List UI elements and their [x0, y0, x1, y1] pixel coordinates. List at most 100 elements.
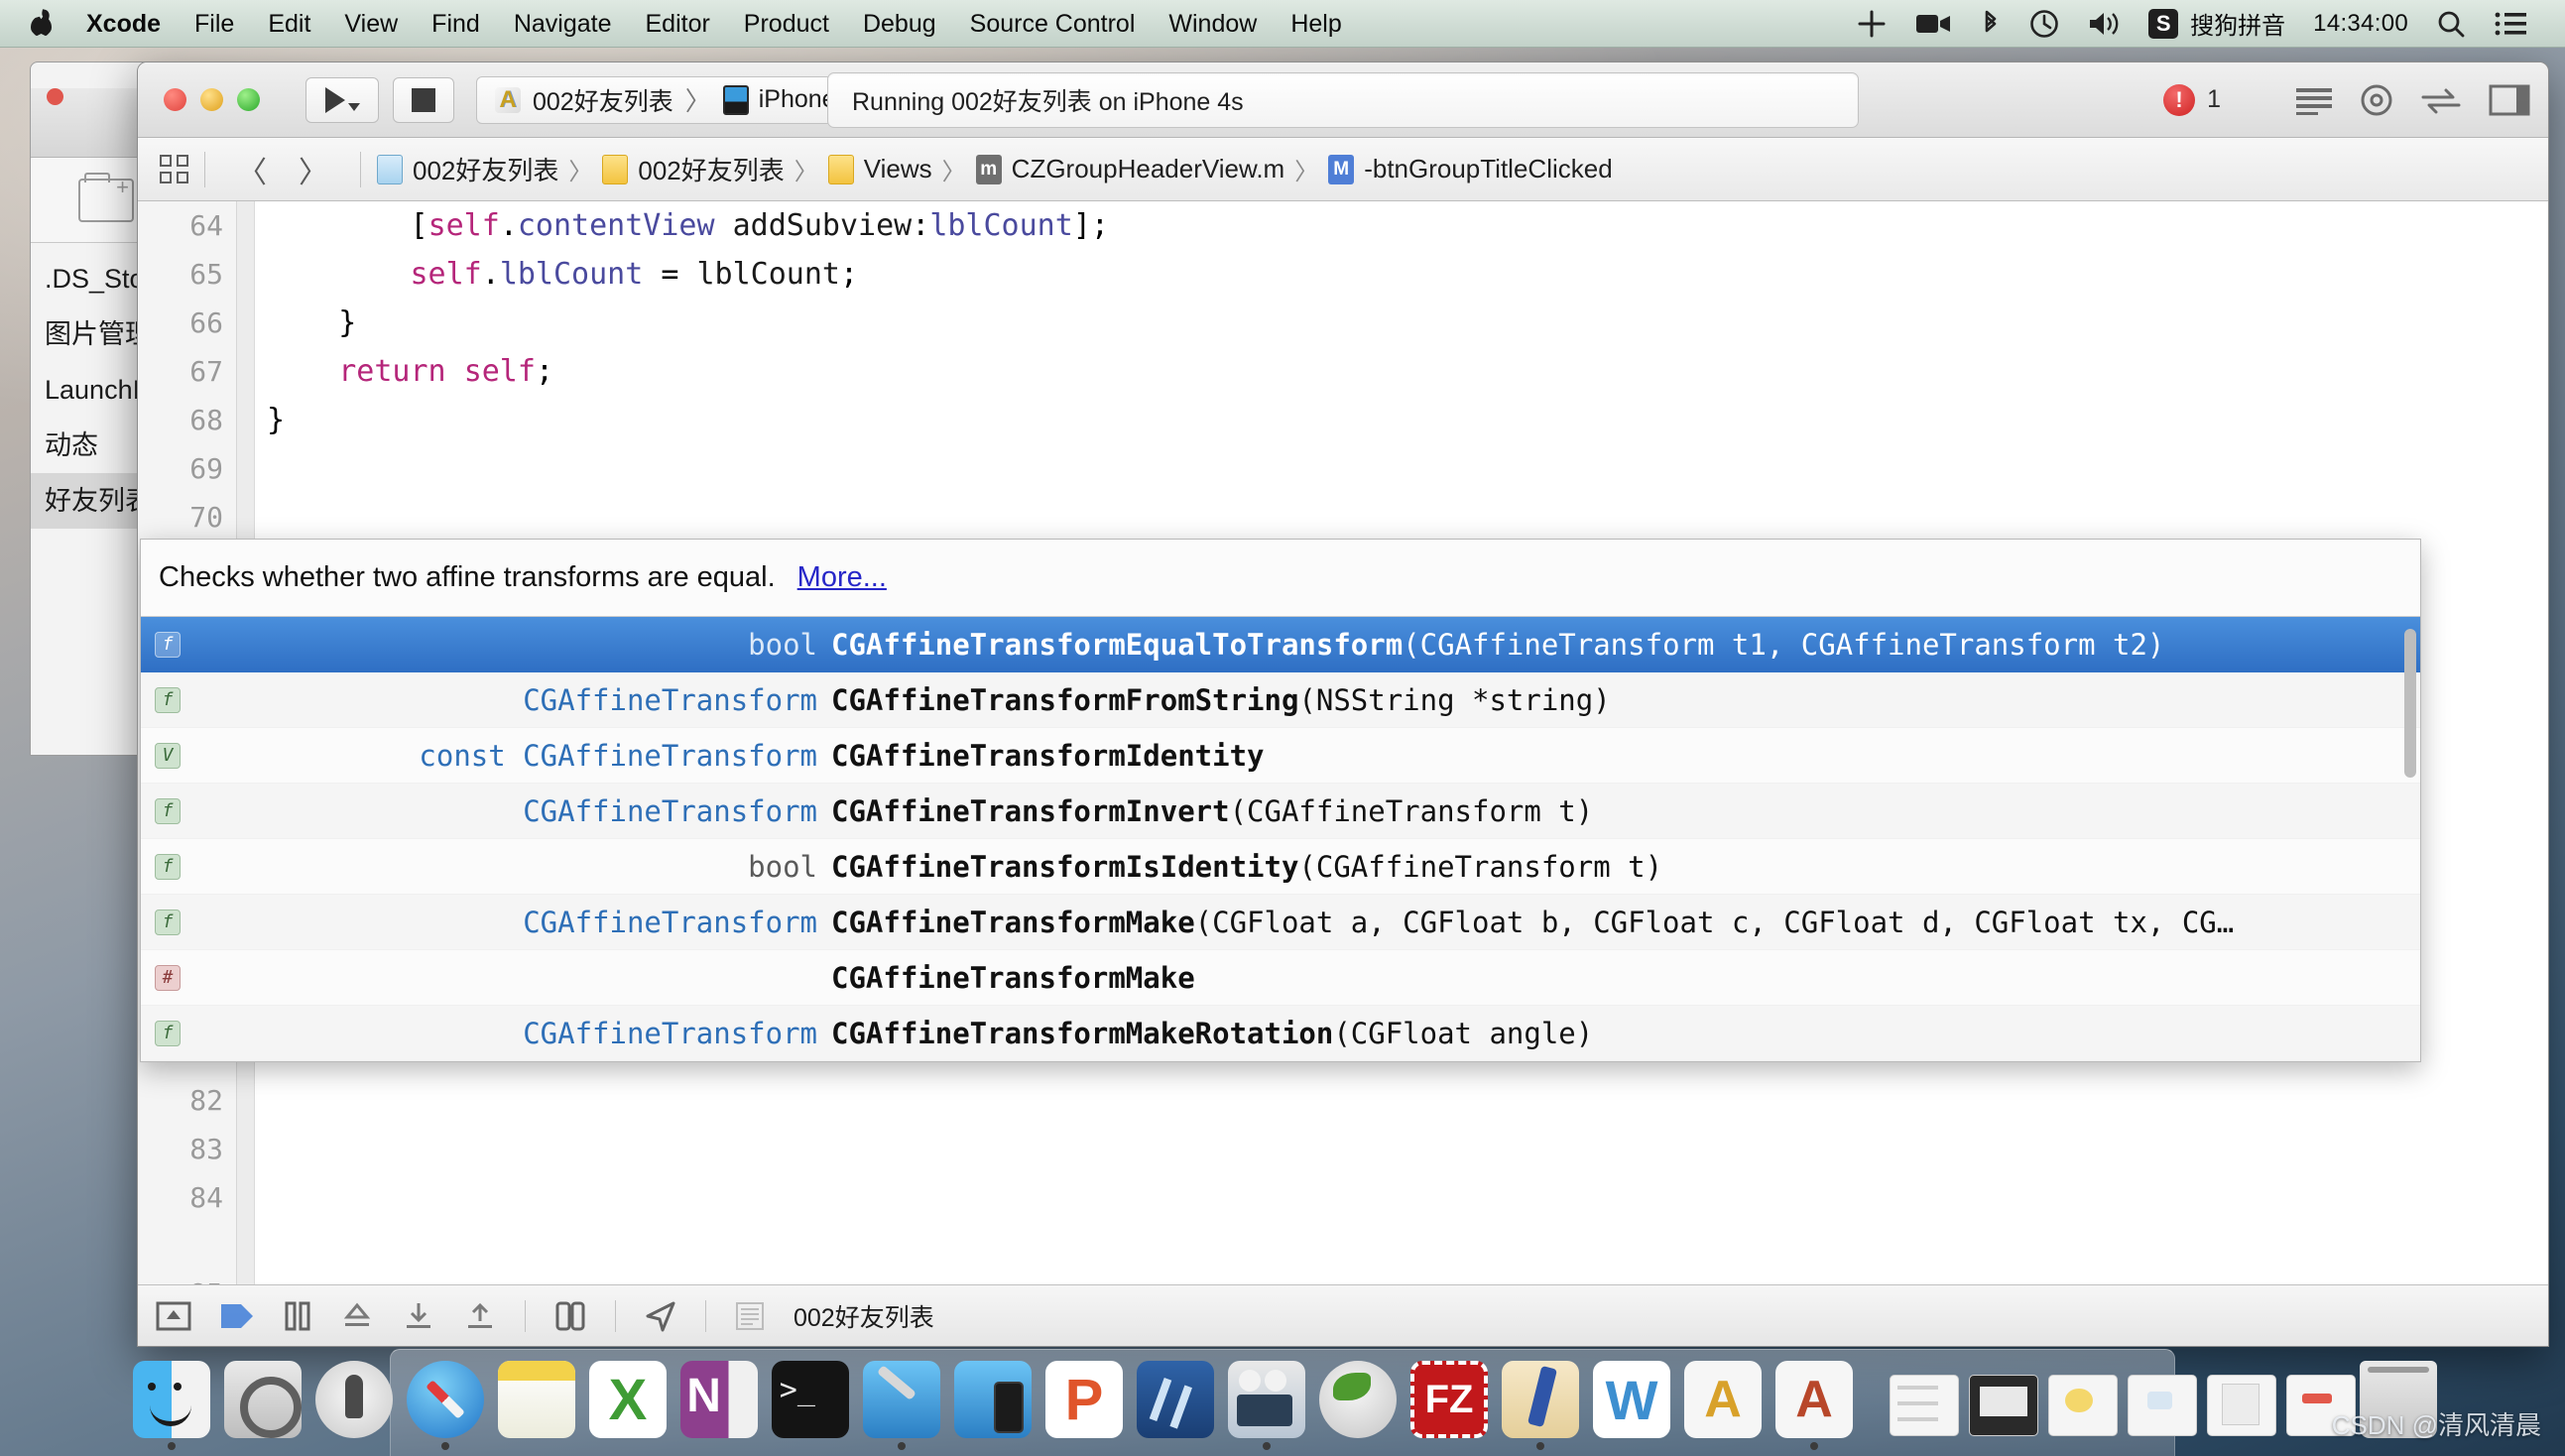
code-line-66: 66 }	[138, 299, 2548, 347]
input-method-indicator[interactable]: S 搜狗拼音	[2135, 6, 2299, 41]
xcode-window[interactable]: 002好友列表 〉 iPhone 4s Running 002好友列表 on i…	[137, 61, 2549, 1347]
completion-item[interactable]: f CGAffineTransform CGAffineTransformMake(…	[141, 895, 2420, 950]
scheme-selector[interactable]: 002好友列表 〉 iPhone 4s	[476, 75, 886, 124]
minimized-window-2[interactable]	[1969, 1375, 2038, 1436]
hide-debug-area-icon[interactable]	[156, 1301, 191, 1331]
code-text: }	[267, 403, 286, 437]
menu-item-debug[interactable]: Debug	[846, 0, 953, 48]
dock-item-mysql[interactable]	[1314, 1355, 1402, 1450]
dock-item-filezilla[interactable]	[1405, 1355, 1493, 1450]
dock-item-terminal[interactable]	[767, 1355, 854, 1450]
minimized-window-5[interactable]	[2207, 1375, 2276, 1436]
source-editor[interactable]: 64 [self.contentView addSubview:lblCount…	[138, 201, 2548, 1284]
close-button[interactable]	[164, 88, 186, 111]
dock-item-notes[interactable]	[493, 1355, 580, 1450]
dock-item-quicktime[interactable]	[1223, 1355, 1310, 1450]
breadcrumb-item-2[interactable]: 002好友列表	[602, 151, 785, 187]
breadcrumb-item-3[interactable]: Views	[827, 154, 932, 184]
completion-item[interactable]: f CGAffineTransform CGAffineTransformMakeR…	[141, 1006, 2420, 1061]
menu-item-editor[interactable]: Editor	[628, 0, 726, 48]
dock-item-snipaste[interactable]	[1132, 1355, 1219, 1450]
menu-item-xcode[interactable]: Xcode	[69, 0, 178, 48]
menu-item-product[interactable]: Product	[727, 0, 846, 48]
editor-standard-icon[interactable]	[2294, 85, 2334, 115]
step-over-icon[interactable]	[340, 1301, 374, 1331]
dock-item-paint[interactable]	[1497, 1355, 1584, 1450]
completion-item[interactable]: f CGAffineTransform CGAffineTransformInver…	[141, 784, 2420, 839]
continue-icon[interactable]	[219, 1302, 255, 1330]
dock-item-finder[interactable]	[128, 1355, 215, 1450]
finder-close-button[interactable]	[47, 88, 63, 105]
code-line-82: 82	[138, 1076, 2548, 1125]
breadcrumb-separator: 〉	[941, 159, 966, 185]
dock-item-illustrator-alt[interactable]	[1771, 1355, 1858, 1450]
completion-item[interactable]: f CGAffineTransform CGAffineTransformFromS…	[141, 672, 2420, 728]
completion-item[interactable]: f bool CGAffineTransformIsIdentity(CGAffin…	[141, 839, 2420, 895]
menubar-clock[interactable]: 14:34:00	[2299, 10, 2422, 38]
stop-button[interactable]	[393, 76, 454, 123]
completion-item[interactable]: # CGAffineTransformMake	[141, 950, 2420, 1006]
bluetooth-icon[interactable]	[1966, 9, 2015, 39]
code-completion-popup[interactable]: Checks whether two affine transforms are…	[140, 539, 2421, 1062]
menu-item-navigate[interactable]: Navigate	[497, 0, 629, 48]
menu-item-find[interactable]: Find	[415, 0, 497, 48]
completion-item[interactable]: Vconst CGAffineTransform CGAffineTransfor…	[141, 728, 2420, 784]
new-folder-icon[interactable]	[78, 172, 134, 222]
video-camera-icon[interactable]	[1900, 11, 1966, 37]
dock-item-simulator[interactable]	[949, 1355, 1037, 1450]
hide-utilities-icon[interactable]	[2489, 84, 2530, 116]
running-indicator	[898, 1442, 906, 1450]
location-icon[interactable]	[644, 1300, 677, 1332]
minimized-window-4[interactable]	[2128, 1375, 2197, 1436]
dock-item-excel[interactable]	[584, 1355, 672, 1450]
view-debug-icon[interactable]	[553, 1300, 587, 1332]
airplay-icon[interactable]	[1843, 9, 1900, 39]
dock[interactable]	[133, 1349, 2437, 1456]
stack-icon[interactable]	[734, 1300, 766, 1332]
issue-badge[interactable]: ! 1	[2163, 83, 2221, 116]
editor-version-icon[interactable]	[2419, 85, 2463, 115]
menu-item-edit[interactable]: Edit	[251, 0, 327, 48]
run-button[interactable]	[305, 76, 379, 123]
dock-item-safari[interactable]	[402, 1355, 489, 1450]
search-icon[interactable]	[2422, 9, 2480, 39]
navigate-forward-button[interactable]: 〉	[283, 148, 344, 191]
zoom-button[interactable]	[237, 88, 260, 111]
menu-bar[interactable]: Xcode File Edit View Find Navigate Editor Produ…	[0, 0, 2565, 48]
pause-icon[interactable]	[283, 1301, 312, 1331]
dock-item-system-preferences[interactable]	[219, 1355, 306, 1450]
dock-item-launchpad[interactable]	[310, 1355, 398, 1450]
documentation-more-link[interactable]: More...	[797, 561, 887, 594]
dock-item-xcode[interactable]	[858, 1355, 945, 1450]
dock-item-powerpoint[interactable]	[1040, 1355, 1128, 1450]
menu-item-window[interactable]: Window	[1152, 0, 1274, 48]
breadcrumb-item-4[interactable]: m CZGroupHeaderView.m	[975, 154, 1284, 184]
dock-item-word[interactable]	[1588, 1355, 1675, 1450]
completion-scrollbar[interactable]	[2404, 629, 2416, 1055]
minimized-window-1[interactable]	[1890, 1375, 1959, 1436]
step-into-icon[interactable]	[402, 1301, 435, 1331]
completion-kind-icon: f	[155, 631, 181, 658]
completion-kind-icon: f	[155, 686, 181, 713]
dock-item-onenote[interactable]	[675, 1355, 763, 1450]
breadcrumb-item-1[interactable]: 002好友列表	[377, 151, 558, 187]
menu-item-source-control[interactable]: Source Control	[953, 0, 1153, 48]
related-items-icon[interactable]	[160, 155, 188, 183]
minimize-button[interactable]	[200, 88, 223, 111]
minimized-window-3[interactable]	[2048, 1375, 2118, 1436]
menu-item-help[interactable]: Help	[1274, 0, 1358, 48]
completion-list[interactable]: f bool CGAffineTransformEqualToTransform(C…	[141, 617, 2420, 1061]
breadcrumb-item-5[interactable]: M -btnGroupTitleClicked	[1328, 154, 1613, 184]
menu-item-view[interactable]: View	[327, 0, 415, 48]
clock-icon[interactable]	[2015, 9, 2073, 39]
notification-list-icon[interactable]	[2480, 11, 2541, 37]
navigate-back-button[interactable]: 〈	[221, 148, 283, 191]
speaker-icon[interactable]	[2073, 10, 2135, 38]
menu-item-file[interactable]: File	[178, 0, 251, 48]
dock-item-illustrator[interactable]	[1679, 1355, 1767, 1450]
apple-logo-icon[interactable]	[30, 10, 54, 38]
completion-item[interactable]: f bool CGAffineTransformEqualToTransform(C…	[141, 617, 2420, 672]
xcode-toolbar: 002好友列表 〉 iPhone 4s Running 002好友列表 on i…	[138, 62, 2548, 138]
step-out-icon[interactable]	[463, 1301, 497, 1331]
editor-assistant-icon[interactable]	[2360, 83, 2393, 117]
